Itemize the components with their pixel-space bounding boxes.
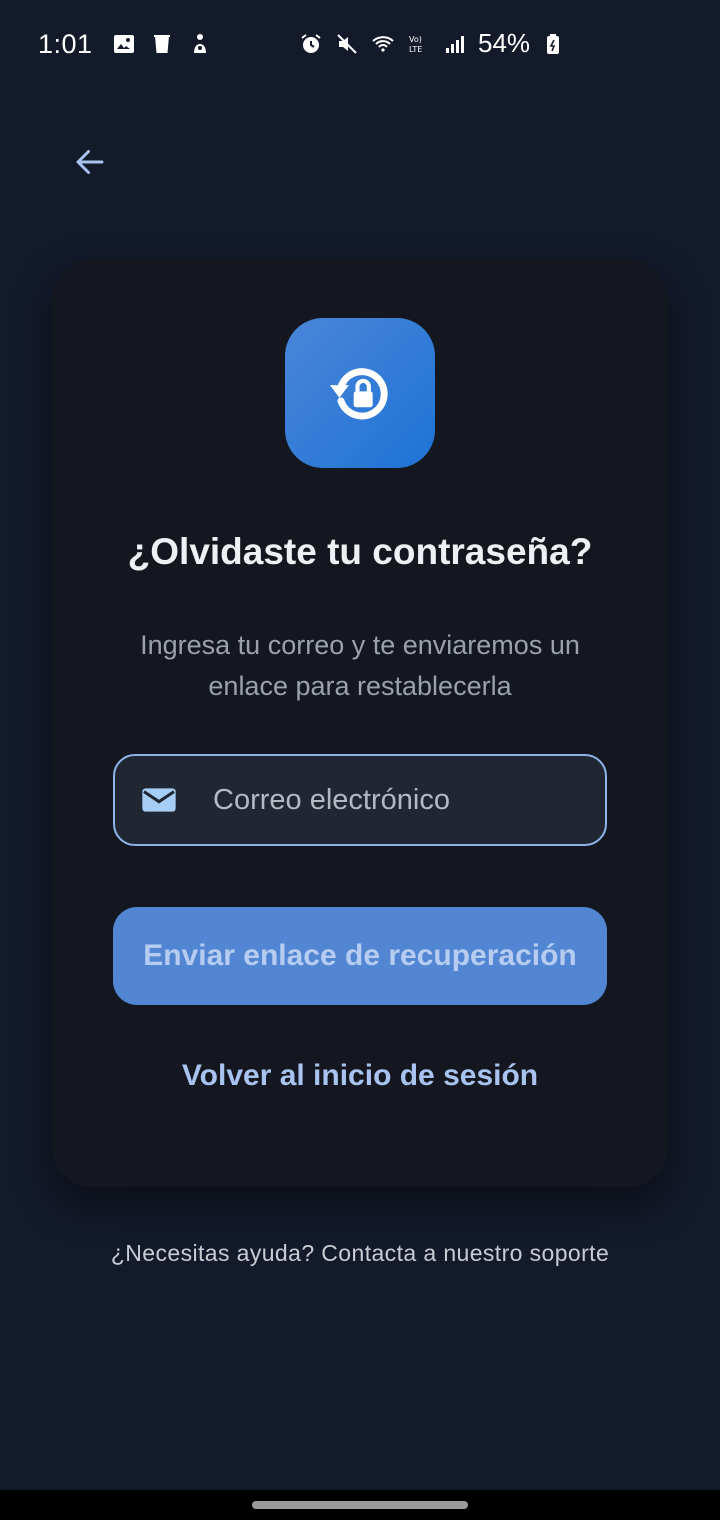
recovery-card: ¿Olvidaste tu contraseña? Ingresa tu cor… — [52, 259, 668, 1187]
volte-icon: Vo) LTE — [406, 31, 432, 57]
home-indicator[interactable] — [252, 1501, 468, 1509]
alarm-icon — [298, 31, 324, 57]
forgot-password-screen: 1:01 Vo) LTE 54% ¿Olvidaste tu contraseñ… — [0, 0, 720, 1520]
signal-icon — [442, 31, 468, 57]
status-time: 1:01 — [38, 28, 93, 59]
status-left: 1:01 — [38, 29, 213, 60]
back-button[interactable] — [66, 138, 114, 186]
lock-reset-icon — [285, 318, 435, 468]
page-title: ¿Olvidaste tu contraseña? — [127, 531, 593, 572]
send-recovery-link-button[interactable]: Enviar enlace de recuperación — [113, 907, 607, 1005]
page-subtitle: Ingresa tu correo y te enviaremos un enl… — [140, 630, 580, 701]
svg-text:LTE: LTE — [409, 45, 422, 54]
svg-text:Vo): Vo) — [409, 35, 422, 44]
status-icons-right: Vo) LTE 54% — [298, 28, 566, 59]
mute-icon — [334, 31, 360, 57]
battery-percent: 54% — [478, 28, 531, 58]
email-input[interactable] — [213, 770, 605, 830]
status-bar: 1:01 Vo) LTE 54% — [0, 0, 720, 88]
arrow-left-icon — [72, 144, 108, 180]
email-field[interactable] — [113, 754, 607, 846]
battery-icon — [540, 31, 566, 57]
accessibility-icon — [187, 31, 213, 57]
gallery-icon — [111, 31, 137, 57]
trash-icon — [149, 31, 175, 57]
mail-icon — [139, 780, 179, 820]
back-to-login-link[interactable]: Volver al inicio de sesión — [52, 1059, 668, 1093]
support-help-text[interactable]: ¿Necesitas ayuda? Contacta a nuestro sop… — [0, 1240, 720, 1267]
wifi-icon — [370, 31, 396, 57]
